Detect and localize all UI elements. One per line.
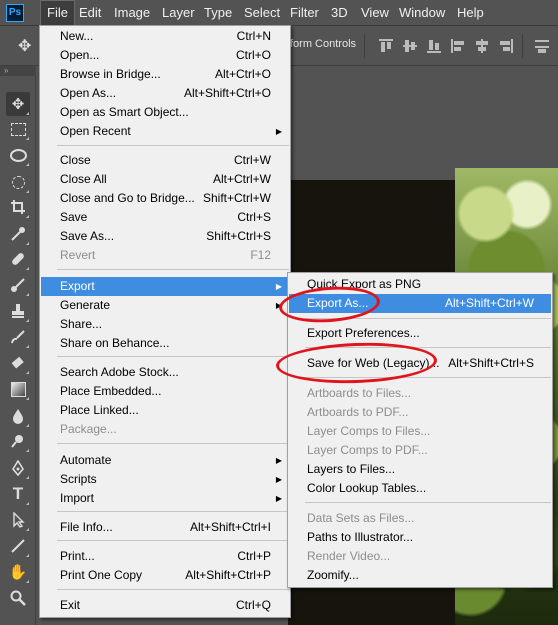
menu-item-artboards-to-files: Artboards to Files... bbox=[307, 386, 412, 400]
healing-brush-tool-icon[interactable] bbox=[6, 247, 30, 271]
eyedropper-tool-icon[interactable] bbox=[6, 222, 30, 246]
menu-select[interactable]: Select bbox=[238, 0, 286, 26]
menu-item-export-preferences[interactable]: Export Preferences... bbox=[289, 324, 551, 343]
crop-tool-icon[interactable] bbox=[6, 195, 30, 219]
menu-window[interactable]: Window bbox=[393, 0, 451, 26]
menu-item-close-all[interactable]: Close All Alt+Ctrl+W bbox=[41, 170, 289, 189]
menu-item-artboards-to-pdf: Artboards to PDF... bbox=[307, 405, 409, 419]
menu-separator bbox=[57, 356, 289, 357]
align-horizontal-center-icon[interactable] bbox=[474, 38, 490, 54]
align-left-icon[interactable] bbox=[450, 38, 466, 54]
toolbar-collapse-toggle[interactable]: » bbox=[0, 66, 36, 76]
lasso-tool-icon[interactable] bbox=[6, 143, 30, 167]
submenu-arrow-icon: ▶ bbox=[275, 127, 282, 136]
photoshop-logo: Ps bbox=[6, 4, 24, 22]
menu-item-new[interactable]: New... Ctrl+N bbox=[41, 27, 289, 46]
menu-item-place-linked[interactable]: Place Linked... bbox=[41, 401, 289, 420]
menu-item-zoomify[interactable]: Zoomify... bbox=[289, 566, 551, 585]
menu-item-print[interactable]: Print... Ctrl+P bbox=[41, 547, 289, 566]
menu-edit[interactable]: Edit bbox=[73, 0, 107, 26]
move-tool-icon[interactable]: ✥ bbox=[6, 92, 30, 116]
menu-item-color-lookup-tables[interactable]: Color Lookup Tables... bbox=[289, 479, 551, 498]
options-divider bbox=[364, 34, 365, 58]
submenu-arrow-icon: ▶ bbox=[275, 282, 282, 291]
menu-file[interactable]: File bbox=[40, 0, 75, 26]
options-divider bbox=[522, 34, 523, 58]
menu-separator bbox=[57, 589, 289, 590]
quick-select-tool-icon[interactable] bbox=[6, 170, 30, 194]
menu-separator bbox=[57, 511, 289, 512]
history-brush-tool-icon[interactable] bbox=[6, 325, 30, 349]
menu-item-generate[interactable]: Generate ▶ bbox=[41, 296, 289, 315]
menu-item-revert: Revert F12 bbox=[60, 248, 271, 262]
eraser-tool-icon[interactable] bbox=[6, 351, 30, 375]
brush-tool-icon[interactable] bbox=[6, 273, 30, 297]
line-tool-icon[interactable] bbox=[6, 534, 30, 558]
transform-controls-label[interactable]: form Controls bbox=[290, 38, 356, 50]
menu-view[interactable]: View bbox=[355, 0, 395, 26]
submenu-arrow-icon: ▶ bbox=[275, 456, 282, 465]
align-vertical-center-icon[interactable] bbox=[402, 38, 418, 54]
dodge-tool-icon[interactable] bbox=[6, 429, 30, 453]
menu-filter[interactable]: Filter bbox=[284, 0, 325, 26]
menu-item-package: Package... bbox=[60, 422, 117, 436]
menu-item-save[interactable]: Save Ctrl+S bbox=[41, 208, 289, 227]
pen-tool-icon[interactable] bbox=[6, 456, 30, 480]
menu-item-layers-to-files[interactable]: Layers to Files... bbox=[289, 460, 551, 479]
gradient-tool-icon[interactable] bbox=[6, 377, 30, 401]
menu-layer[interactable]: Layer bbox=[156, 0, 201, 26]
tools-panel: ✥ T ✋ bbox=[0, 76, 36, 625]
menu-image[interactable]: Image bbox=[108, 0, 156, 26]
menu-item-close-and-go-to-bridge[interactable]: Close and Go to Bridge... Shift+Ctrl+W bbox=[41, 189, 289, 208]
move-icon[interactable]: ✥ bbox=[18, 36, 31, 56]
menu-separator bbox=[57, 540, 289, 541]
submenu-arrow-icon: ▶ bbox=[275, 494, 282, 503]
submenu-arrow-icon: ▶ bbox=[275, 475, 282, 484]
zoom-tool-icon[interactable] bbox=[6, 586, 30, 610]
menu-item-file-info[interactable]: File Info... Alt+Shift+Ctrl+I bbox=[41, 518, 289, 537]
menu-help[interactable]: Help bbox=[451, 0, 490, 26]
hand-tool-icon[interactable]: ✋ bbox=[6, 560, 30, 584]
distribute-top-icon[interactable] bbox=[534, 38, 550, 54]
type-tool-icon[interactable]: T bbox=[6, 482, 30, 506]
menu-separator bbox=[305, 502, 551, 503]
menu-item-data-sets-as-files: Data Sets as Files... bbox=[307, 511, 415, 525]
menu-separator bbox=[57, 269, 289, 270]
menu-item-exit[interactable]: Exit Ctrl+Q bbox=[41, 596, 289, 615]
menu-item-layer-comps-to-files: Layer Comps to Files... bbox=[307, 424, 431, 438]
menu-item-save-as[interactable]: Save As... Shift+Ctrl+S bbox=[41, 227, 289, 246]
menu-item-print-one-copy[interactable]: Print One Copy Alt+Shift+Ctrl+P bbox=[41, 566, 289, 585]
menu-item-share[interactable]: Share... bbox=[41, 315, 289, 334]
file-menu: New... Ctrl+N Open... Ctrl+O Browse in Bri… bbox=[39, 25, 291, 618]
align-top-icon[interactable] bbox=[378, 38, 394, 54]
menu-item-search-adobe-stock[interactable]: Search Adobe Stock... bbox=[41, 363, 289, 382]
menu-item-place-embedded[interactable]: Place Embedded... bbox=[41, 382, 289, 401]
menu-separator bbox=[57, 443, 289, 444]
menu-item-close[interactable]: Close Ctrl+W bbox=[41, 151, 289, 170]
menu-item-paths-to-illustrator[interactable]: Paths to Illustrator... bbox=[289, 528, 551, 547]
path-select-tool-icon[interactable] bbox=[6, 508, 30, 532]
menu-3d[interactable]: 3D bbox=[325, 0, 354, 26]
blur-tool-icon[interactable] bbox=[6, 404, 30, 428]
menu-type[interactable]: Type bbox=[198, 0, 238, 26]
clone-stamp-tool-icon[interactable] bbox=[6, 299, 30, 323]
menu-item-open-recent[interactable]: Open Recent ▶ bbox=[41, 122, 289, 141]
align-right-icon[interactable] bbox=[498, 38, 514, 54]
menu-bar: Ps File Edit Image Layer Type Select Fil… bbox=[0, 0, 558, 26]
menu-item-browse-in-bridge[interactable]: Browse in Bridge... Alt+Ctrl+O bbox=[41, 65, 289, 84]
menu-separator bbox=[57, 145, 289, 146]
menu-item-render-video: Render Video... bbox=[307, 549, 391, 563]
menu-item-share-on-behance[interactable]: Share on Behance... bbox=[41, 334, 289, 353]
menu-item-import[interactable]: Import ▶ bbox=[41, 489, 289, 508]
menu-item-open-as[interactable]: Open As... Alt+Shift+Ctrl+O bbox=[41, 84, 289, 103]
marquee-tool-icon[interactable] bbox=[6, 117, 30, 141]
menu-item-automate[interactable]: Automate ▶ bbox=[41, 451, 289, 470]
menu-item-open-as-smart-object[interactable]: Open as Smart Object... bbox=[41, 103, 289, 122]
menu-item-export[interactable]: Export ▶ bbox=[41, 277, 289, 296]
menu-item-scripts[interactable]: Scripts ▶ bbox=[41, 470, 289, 489]
menu-item-open[interactable]: Open... Ctrl+O bbox=[41, 46, 289, 65]
align-bottom-icon[interactable] bbox=[426, 38, 442, 54]
menu-item-layer-comps-to-pdf: Layer Comps to PDF... bbox=[307, 443, 428, 457]
